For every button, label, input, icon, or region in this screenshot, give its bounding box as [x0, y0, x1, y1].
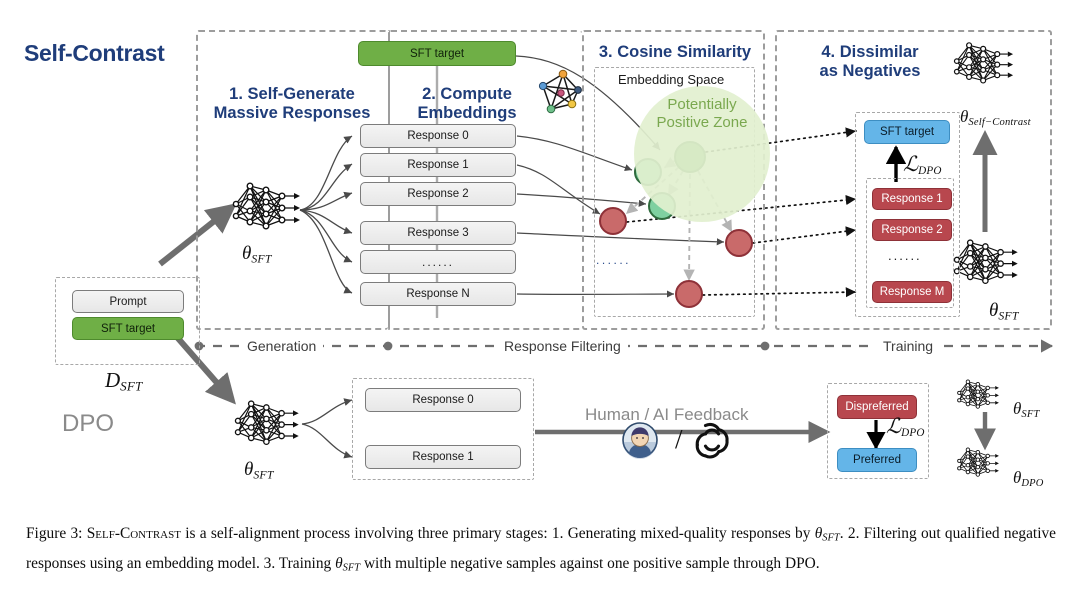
dpo-pair-loss-label: ℒDPO — [886, 414, 925, 440]
dpo-response-0: Response 0 — [365, 388, 521, 412]
dataset-label: DSFT — [105, 368, 143, 394]
timeline-label-training: Training — [876, 338, 941, 354]
dpo-preferred-box: Preferred — [837, 448, 917, 472]
training-negative-2: Response 2 — [872, 219, 952, 241]
feedback-separator: / — [675, 424, 683, 454]
training-positive-sft-target: SFT target — [864, 120, 950, 144]
generated-response-3: Response 3 — [360, 221, 516, 245]
caption-prefix: Figure 3: — [26, 525, 87, 542]
stage3-title: 3. Cosine Similarity — [580, 43, 770, 62]
page-title: Self-Contrast — [24, 40, 165, 66]
self-contrast-theta-label: θSelf−Contrast — [960, 107, 1031, 128]
caption-part1: is a self-alignment process involving th… — [180, 525, 815, 542]
stage4-title-line1: 4. Dissimilar — [821, 43, 919, 61]
embedding-space-ellipsis: ...... — [596, 253, 632, 267]
openai-logo-icon — [695, 422, 729, 459]
stage2-title-line2: Embeddings — [417, 104, 517, 122]
human-avatar-icon — [622, 422, 658, 459]
human-ai-feedback-label: Human / AI Feedback — [585, 405, 749, 424]
stage3-title-line1: 3. Cosine Similarity — [598, 43, 752, 61]
dpo-response-1: Response 1 — [365, 445, 521, 469]
caption-method-name: Self-Contrast — [86, 525, 181, 542]
dpo-after-net-icon — [957, 447, 1000, 477]
generated-response-n: Response N — [360, 282, 516, 306]
dpo-before-theta-label: θSFT — [1013, 399, 1040, 420]
caption-math-2: θSFT — [335, 554, 361, 574]
potentially-positive-zone-label: Potentially Positive Zone — [619, 96, 785, 132]
generated-response-1: Response 1 — [360, 153, 516, 177]
stage4-title-line2: as Negatives — [819, 62, 921, 80]
generated-response-2: Response 2 — [360, 182, 516, 206]
figure-caption: Figure 3: Self-Contrast is a self-alignm… — [26, 521, 1056, 580]
zone-label-line1: Potentially — [667, 96, 737, 113]
generator-theta-label: θSFT — [242, 243, 272, 266]
timeline-label-generation: Generation — [240, 338, 324, 354]
dpo-generator-theta-label: θSFT — [244, 459, 274, 482]
dpo-before-net-icon — [957, 379, 1000, 409]
timeline-label-response-filtering: Response Filtering — [497, 338, 628, 354]
stage1-title: 1. Self-Generate Massive Responses — [196, 85, 388, 123]
training-negative-1: Response 1 — [872, 188, 952, 210]
caption-math-1: θSFT — [814, 525, 840, 544]
dpo-generator-fanout-arrows — [301, 398, 353, 459]
figure-canvas: Self-Contrast 1. Self-Generate Massive R… — [0, 0, 1080, 514]
dataset-item-prompt: Prompt — [72, 290, 184, 313]
generated-response-ellipsis: ...... — [360, 250, 516, 274]
zone-label-line2: Positive Zone — [656, 114, 748, 131]
stage2-title: 2. Compute Embeddings — [392, 85, 542, 123]
dataset-item-sft-target: SFT target — [72, 317, 184, 340]
stage2-title-line1: 2. Compute — [422, 85, 512, 103]
dpo-generator-net-icon — [234, 400, 300, 446]
embedding-space-label: Embedding Space — [618, 72, 725, 87]
stage1-title-line1: 1. Self-Generate — [229, 85, 355, 103]
caption-part3: with multiple negative samples against o… — [360, 554, 820, 572]
stage1-title-line2: Massive Responses — [213, 104, 371, 122]
generated-response-0: Response 0 — [360, 124, 516, 148]
sft-target-top-box: SFT target — [358, 41, 516, 66]
dpo-row-label: DPO — [62, 410, 115, 437]
self-contrast-base-theta-label: θSFT — [989, 300, 1019, 323]
dpo-after-theta-label: θDPO — [1013, 468, 1044, 489]
training-negative-m: Response M — [872, 281, 952, 303]
training-loss-label: ℒDPO — [903, 152, 942, 178]
training-negative-ellipsis: ...... — [888, 248, 922, 263]
stage4-title: 4. Dissimilar as Negatives — [790, 43, 950, 81]
